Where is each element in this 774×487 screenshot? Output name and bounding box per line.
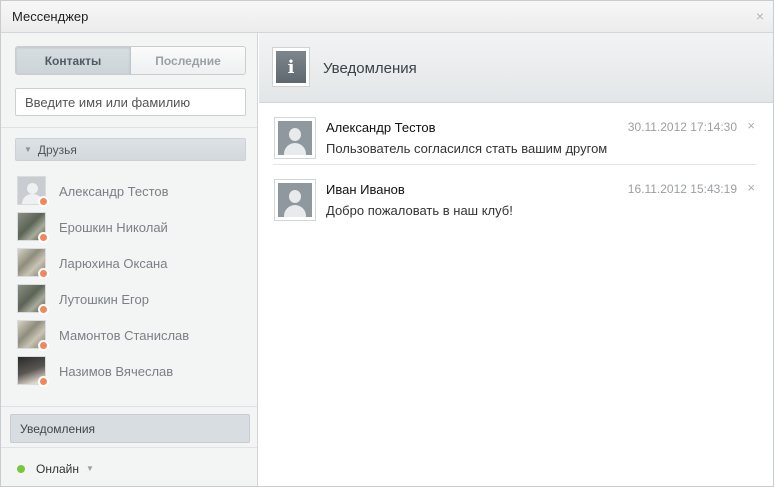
avatar [17, 283, 49, 315]
status-selector[interactable]: Онлайн ▼ [1, 451, 257, 486]
close-icon[interactable]: × [747, 118, 755, 133]
contact-item[interactable]: Мамонтов Станислав [17, 317, 247, 353]
tab-contacts[interactable]: Контакты [16, 47, 131, 74]
status-offline-icon [38, 303, 49, 315]
search-input[interactable] [15, 88, 246, 116]
notification-item: Иван Иванов Добро пожаловать в наш клуб!… [273, 179, 757, 241]
tab-recent[interactable]: Последние [131, 47, 245, 74]
avatar [17, 319, 49, 351]
online-status-icon [17, 464, 25, 473]
avatar [17, 175, 49, 207]
avatar [17, 355, 49, 387]
notification-text: Пользователь согласился стать вашим друг… [326, 141, 608, 156]
notification-time: 30.11.2012 17:14:30 [627, 120, 737, 134]
contact-name: Мамонтов Станислав [59, 327, 190, 343]
contact-item[interactable]: Назимов Вячеслав [17, 353, 247, 389]
caret-down-icon: ▼ [85, 464, 94, 473]
caret-down-icon: ▼ [24, 145, 32, 154]
contact-item[interactable]: Ларюхина Оксана [17, 245, 247, 281]
sidebar-item-notifications[interactable]: Уведомления [10, 414, 250, 443]
contact-name: Александр Тестов [59, 183, 169, 199]
main-panel: i Уведомления Александр Тестов Пользоват… [259, 33, 773, 486]
default-avatar-icon [274, 179, 316, 221]
messenger-window: Мессенджер × Контакты Последние ▼ Друзья… [0, 0, 774, 487]
main-header: i Уведомления [259, 33, 773, 103]
contact-item[interactable]: Лутошкин Егор [17, 281, 247, 317]
contact-name: Ларюхина Оксана [59, 255, 168, 271]
status-offline-icon [38, 195, 49, 207]
sidebar: Контакты Последние ▼ Друзья Александр Те… [1, 33, 258, 486]
contact-list: Александр Тестов Ерошкин Николай Ларюхин… [17, 173, 247, 389]
window-title: Мессенджер [12, 9, 89, 24]
contact-item[interactable]: Ерошкин Николай [17, 209, 247, 245]
status-offline-icon [38, 339, 49, 351]
contact-name: Лутошкин Егор [59, 291, 149, 307]
contact-item[interactable]: Александр Тестов [17, 173, 247, 209]
status-label: Онлайн [36, 461, 79, 476]
default-avatar-icon [274, 117, 316, 159]
info-icon: i [272, 47, 310, 87]
page-title: Уведомления [323, 60, 417, 77]
titlebar: Мессенджер × [1, 1, 773, 33]
notification-time: 16.11.2012 15:43:19 [627, 182, 737, 196]
close-icon[interactable]: × [756, 8, 764, 24]
divider [1, 127, 257, 128]
group-label: Друзья [37, 142, 77, 157]
status-offline-icon [38, 375, 49, 387]
notification-sender[interactable]: Иван Иванов [326, 182, 405, 197]
notification-sender[interactable]: Александр Тестов [326, 120, 436, 135]
divider [1, 447, 257, 448]
contact-name: Ерошкин Николай [59, 219, 168, 235]
group-friends-header[interactable]: ▼ Друзья [15, 138, 246, 161]
status-offline-icon [38, 231, 49, 243]
notification-item: Александр Тестов Пользователь согласился… [273, 117, 757, 179]
notification-text: Добро пожаловать в наш клуб! [326, 203, 513, 218]
divider [273, 164, 757, 165]
divider [1, 406, 257, 407]
close-icon[interactable]: × [747, 180, 755, 195]
avatar [17, 247, 49, 279]
sidebar-tabs: Контакты Последние [15, 46, 246, 75]
avatar [17, 211, 49, 243]
contact-name: Назимов Вячеслав [59, 363, 174, 379]
status-offline-icon [38, 267, 49, 279]
